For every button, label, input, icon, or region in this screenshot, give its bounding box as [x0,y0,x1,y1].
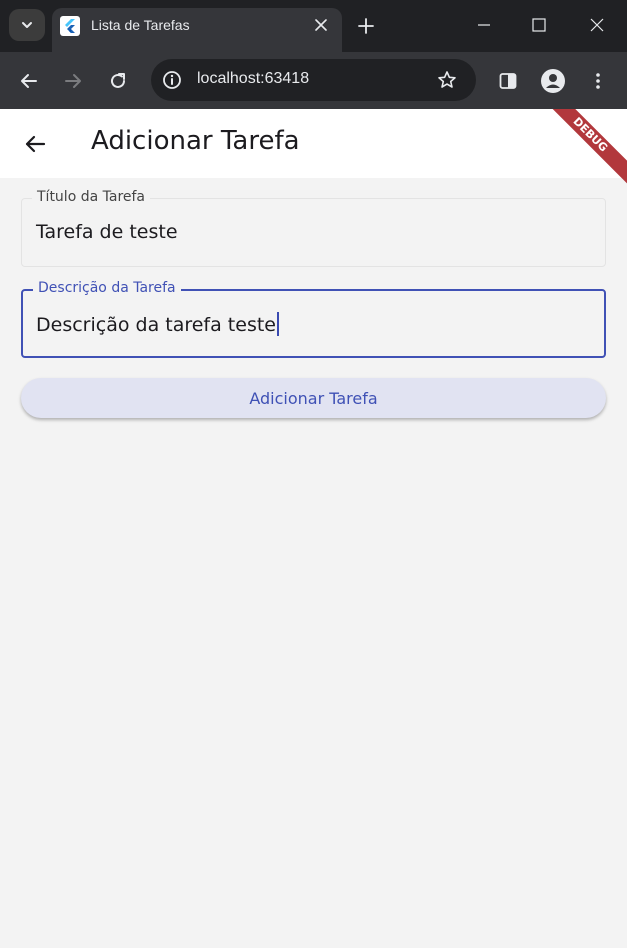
task-title-value[interactable]: Tarefa de teste [36,221,178,243]
text-caret [276,312,279,336]
debug-banner: DEBUG [531,109,627,194]
task-title-field[interactable]: Título da Tarefa Tarefa de teste [21,189,606,267]
appbar-back-button[interactable] [18,127,52,161]
tab-strip: Lista de Tarefas [0,0,627,52]
side-panel-button[interactable] [491,64,525,98]
add-task-button[interactable]: Adicionar Tarefa [21,378,606,418]
tab-title: Lista de Tarefas [91,17,190,33]
close-window-button[interactable] [582,10,612,40]
task-description-label: Descrição da Tarefa [33,280,181,296]
profile-button[interactable] [536,64,570,98]
task-description-input[interactable]: Descrição da tarefa teste [36,312,279,336]
task-description-value: Descrição da tarefa teste [36,314,276,336]
tab-search-button[interactable] [9,9,45,41]
info-icon[interactable] [161,69,183,91]
browser-tab[interactable]: Lista de Tarefas [52,8,342,52]
minimize-button[interactable] [469,10,499,40]
maximize-icon [532,18,546,32]
back-button[interactable] [12,64,46,98]
page-content: Adicionar Tarefa DEBUG Título da Tarefa … [0,109,627,948]
task-description-field[interactable]: Descrição da Tarefa Descrição da tarefa … [21,280,606,358]
menu-button[interactable] [581,64,615,98]
maximize-button[interactable] [524,10,554,40]
url-text: localhost:63418 [197,70,310,87]
close-icon[interactable] [312,16,330,34]
chevron-down-icon [22,22,32,28]
close-icon [590,18,604,32]
plus-icon [358,18,374,34]
reload-icon [111,73,125,88]
task-title-label: Título da Tarefa [32,189,151,205]
address-bar[interactable]: localhost:63418 [151,59,476,101]
arrow-right-icon [65,74,81,88]
browser-toolbar: localhost:63418 [0,52,627,109]
reload-button[interactable] [101,64,135,98]
side-panel-icon [499,73,517,89]
arrow-left-icon [25,135,46,153]
browser-window: Lista de Tarefas localhost:63418 Adicion… [0,0,627,948]
star-icon[interactable] [435,68,459,92]
app-bar: Adicionar Tarefa DEBUG [0,109,627,194]
flutter-icon [60,16,80,36]
forward-button[interactable] [56,64,90,98]
kebab-menu-icon [596,73,600,89]
page-title: Adicionar Tarefa [91,126,300,156]
arrow-left-icon [21,74,37,88]
profile-icon [541,69,565,93]
minimize-icon [478,24,490,26]
new-tab-button[interactable] [352,12,380,40]
